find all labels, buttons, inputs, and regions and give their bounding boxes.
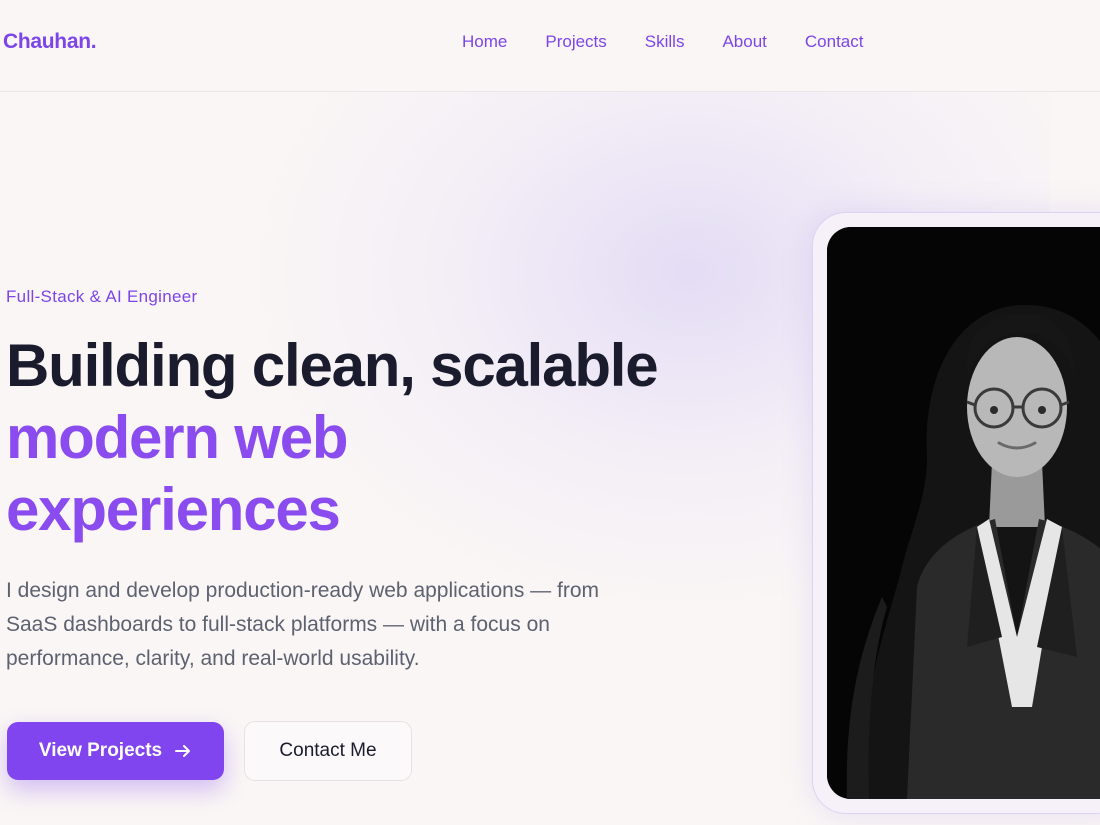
headline-line-2: modern web [6,404,349,471]
hero-headline: Building clean, scalable modern web expe… [6,330,686,546]
headline-line-1: Building clean, scalable [6,332,659,399]
logo[interactable]: Chauhan. [3,30,97,54]
view-projects-button[interactable]: View Projects [7,722,224,780]
headline-line-3: experiences [6,476,341,543]
hero-description: I design and develop production-ready we… [6,579,600,670]
arrow-right-icon [174,742,192,760]
navbar: Chauhan. Home Projects Skills About Cont… [0,0,1100,92]
nav-link-about[interactable]: About [722,32,766,52]
hero-eyebrow: Full-Stack & AI Engineer [6,287,198,306]
nav-link-skills[interactable]: Skills [645,32,685,52]
portrait-illustration [827,227,1100,799]
nav-link-contact[interactable]: Contact [805,32,864,52]
nav-links: Home Projects Skills About Contact [462,32,863,52]
portrait-photo [827,227,1100,799]
nav-link-projects[interactable]: Projects [545,32,606,52]
nav-link-home[interactable]: Home [462,32,507,52]
view-projects-label: View Projects [38,740,163,761]
contact-me-button[interactable]: Contact Me [244,721,412,781]
